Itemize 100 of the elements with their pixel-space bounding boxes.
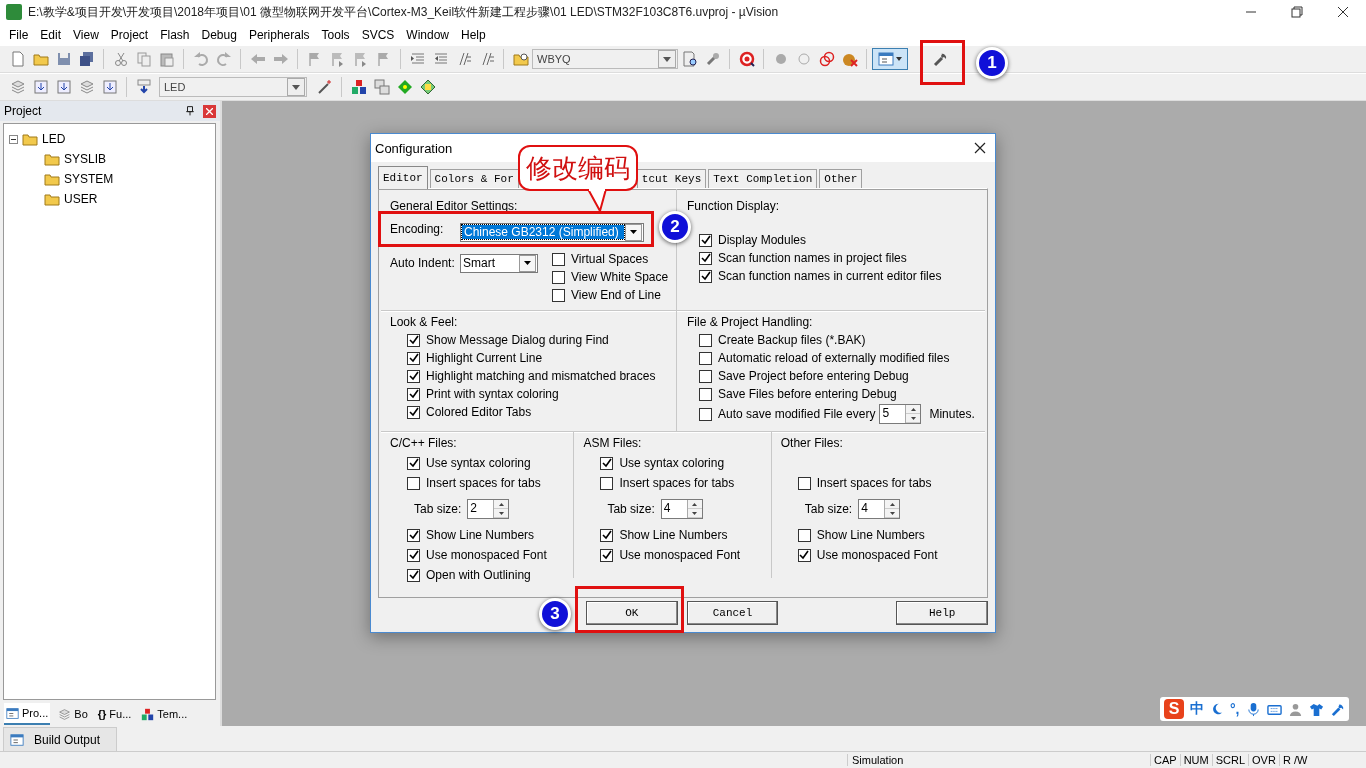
ime-punctuation[interactable]: °,	[1230, 701, 1240, 717]
windows-icon[interactable]	[373, 79, 390, 95]
checkbox-label: Use monospaced Font	[426, 548, 547, 562]
menu-item[interactable]: Peripherals	[243, 27, 317, 42]
components-icon[interactable]	[350, 79, 367, 95]
menu-item[interactable]: Debug	[196, 27, 244, 42]
ime-mode[interactable]: 中	[1190, 700, 1204, 718]
wand-icon[interactable]	[316, 79, 333, 95]
template-icon	[141, 707, 155, 721]
collapse-icon[interactable]	[9, 134, 18, 144]
tab-size-spinner[interactable]: 2	[467, 499, 510, 519]
menu-item[interactable]: File	[4, 27, 36, 42]
encoding-dropdown[interactable]: Chinese GB2312 (Simplified)	[460, 222, 644, 242]
tab[interactable]: Colors & For	[429, 169, 519, 188]
tab-size-spinner[interactable]: 4	[858, 499, 901, 519]
user-icon[interactable]	[1287, 701, 1303, 717]
menu-item[interactable]: View	[68, 27, 106, 42]
find-in-files-icon[interactable]	[512, 51, 529, 67]
menu-item[interactable]: Tools	[316, 27, 357, 42]
save-icon[interactable]	[55, 51, 72, 67]
menu-item[interactable]: Help	[456, 27, 493, 42]
pin-icon[interactable]	[185, 106, 195, 116]
field-label: Tab size:	[414, 502, 462, 516]
load-icon[interactable]	[135, 79, 152, 95]
find-combo[interactable]: WBYQ	[532, 49, 678, 69]
target-combo[interactable]: LED	[159, 77, 307, 97]
checkbox[interactable]	[552, 288, 565, 302]
wrench-icon[interactable]	[931, 51, 948, 67]
checkbox[interactable]	[552, 270, 565, 284]
stop-build-icon[interactable]	[101, 79, 118, 95]
menu-item[interactable]: Flash	[155, 27, 197, 42]
tab[interactable]: Text Completion	[708, 169, 818, 188]
tree-item[interactable]: USER	[64, 192, 98, 206]
checkbox[interactable]	[699, 407, 712, 421]
tree-item[interactable]: LED	[42, 132, 66, 146]
tree-item[interactable]: SYSTEM	[64, 172, 114, 186]
diamond-icon[interactable]	[396, 79, 413, 95]
checkbox[interactable]	[407, 568, 420, 582]
tab[interactable]: tcut Keys	[636, 169, 707, 188]
checkbox[interactable]	[600, 476, 614, 490]
checkbox[interactable]	[407, 351, 420, 365]
menu-item[interactable]: Edit	[35, 27, 69, 42]
tab[interactable]: Editor	[378, 166, 428, 189]
checkbox[interactable]	[797, 548, 811, 562]
panel-tab[interactable]: Bo	[56, 703, 90, 725]
menu-item[interactable]: Project	[105, 27, 156, 42]
dialog-button[interactable]: Help	[896, 601, 988, 625]
dialog-button[interactable]: Cancel	[686, 601, 779, 625]
cut-icon[interactable]	[112, 51, 129, 67]
indent-dropdown[interactable]: Smart	[460, 253, 538, 273]
checkbox[interactable]	[797, 528, 811, 542]
build-icon[interactable]	[32, 79, 49, 95]
shirt-icon[interactable]	[1308, 701, 1324, 717]
document-search-icon[interactable]	[681, 51, 698, 67]
menu-item[interactable]: Window	[401, 27, 456, 42]
checkbox[interactable]	[797, 476, 811, 490]
checkbox[interactable]	[407, 387, 420, 401]
checkbox[interactable]	[407, 528, 420, 542]
panel-tab[interactable]: {} Fu...	[95, 703, 134, 725]
checkbox[interactable]	[699, 233, 712, 247]
checkbox[interactable]	[699, 387, 712, 401]
pack-icon[interactable]	[419, 79, 436, 95]
indent-icon[interactable]	[409, 51, 426, 67]
output-tab[interactable]: Build Output	[3, 727, 118, 751]
checkbox[interactable]	[600, 548, 614, 562]
checkbox[interactable]	[552, 252, 565, 266]
panel-tab[interactable]: Pro...	[4, 703, 51, 725]
checkbox[interactable]	[699, 333, 712, 347]
ime-logo[interactable]: S	[1164, 699, 1184, 719]
microphone-icon[interactable]	[1245, 701, 1261, 717]
checkbox[interactable]	[407, 548, 420, 562]
window-layout-button[interactable]	[872, 48, 908, 70]
menu-item[interactable]: SVCS	[356, 27, 402, 42]
checkbox[interactable]	[699, 251, 712, 265]
kill-breakpoints-icon[interactable]	[841, 51, 858, 67]
checkbox[interactable]	[407, 369, 420, 383]
minutes-spinner[interactable]: 5	[879, 404, 922, 424]
checkbox[interactable]	[407, 333, 420, 347]
moon-icon[interactable]	[1210, 702, 1224, 716]
panel-tab[interactable]: Tem...	[139, 703, 190, 725]
checkbox-label: Insert spaces for tabs	[816, 476, 932, 490]
debug-icon[interactable]	[738, 51, 755, 67]
breakpoints-icon[interactable]	[818, 51, 835, 67]
rebuild-icon[interactable]	[55, 79, 72, 95]
section-title: C/C++ Files:	[390, 436, 457, 452]
checkbox[interactable]	[407, 456, 420, 470]
tools-icon[interactable]	[704, 51, 721, 67]
tab[interactable]: Other	[819, 169, 863, 188]
unindent-icon[interactable]	[432, 51, 449, 67]
checkbox[interactable]	[699, 269, 712, 283]
save-all-icon[interactable]	[78, 51, 95, 67]
dialog-button[interactable]: OK	[586, 601, 678, 625]
checkbox[interactable]	[407, 476, 420, 490]
checkbox[interactable]	[407, 405, 420, 419]
tree-item[interactable]: SYSLIB	[64, 152, 107, 166]
checkbox[interactable]	[699, 369, 712, 383]
checkbox[interactable]	[600, 456, 614, 470]
checkbox[interactable]	[600, 528, 614, 542]
tab-size-spinner[interactable]: 4	[660, 499, 703, 519]
checkbox[interactable]	[699, 351, 712, 365]
